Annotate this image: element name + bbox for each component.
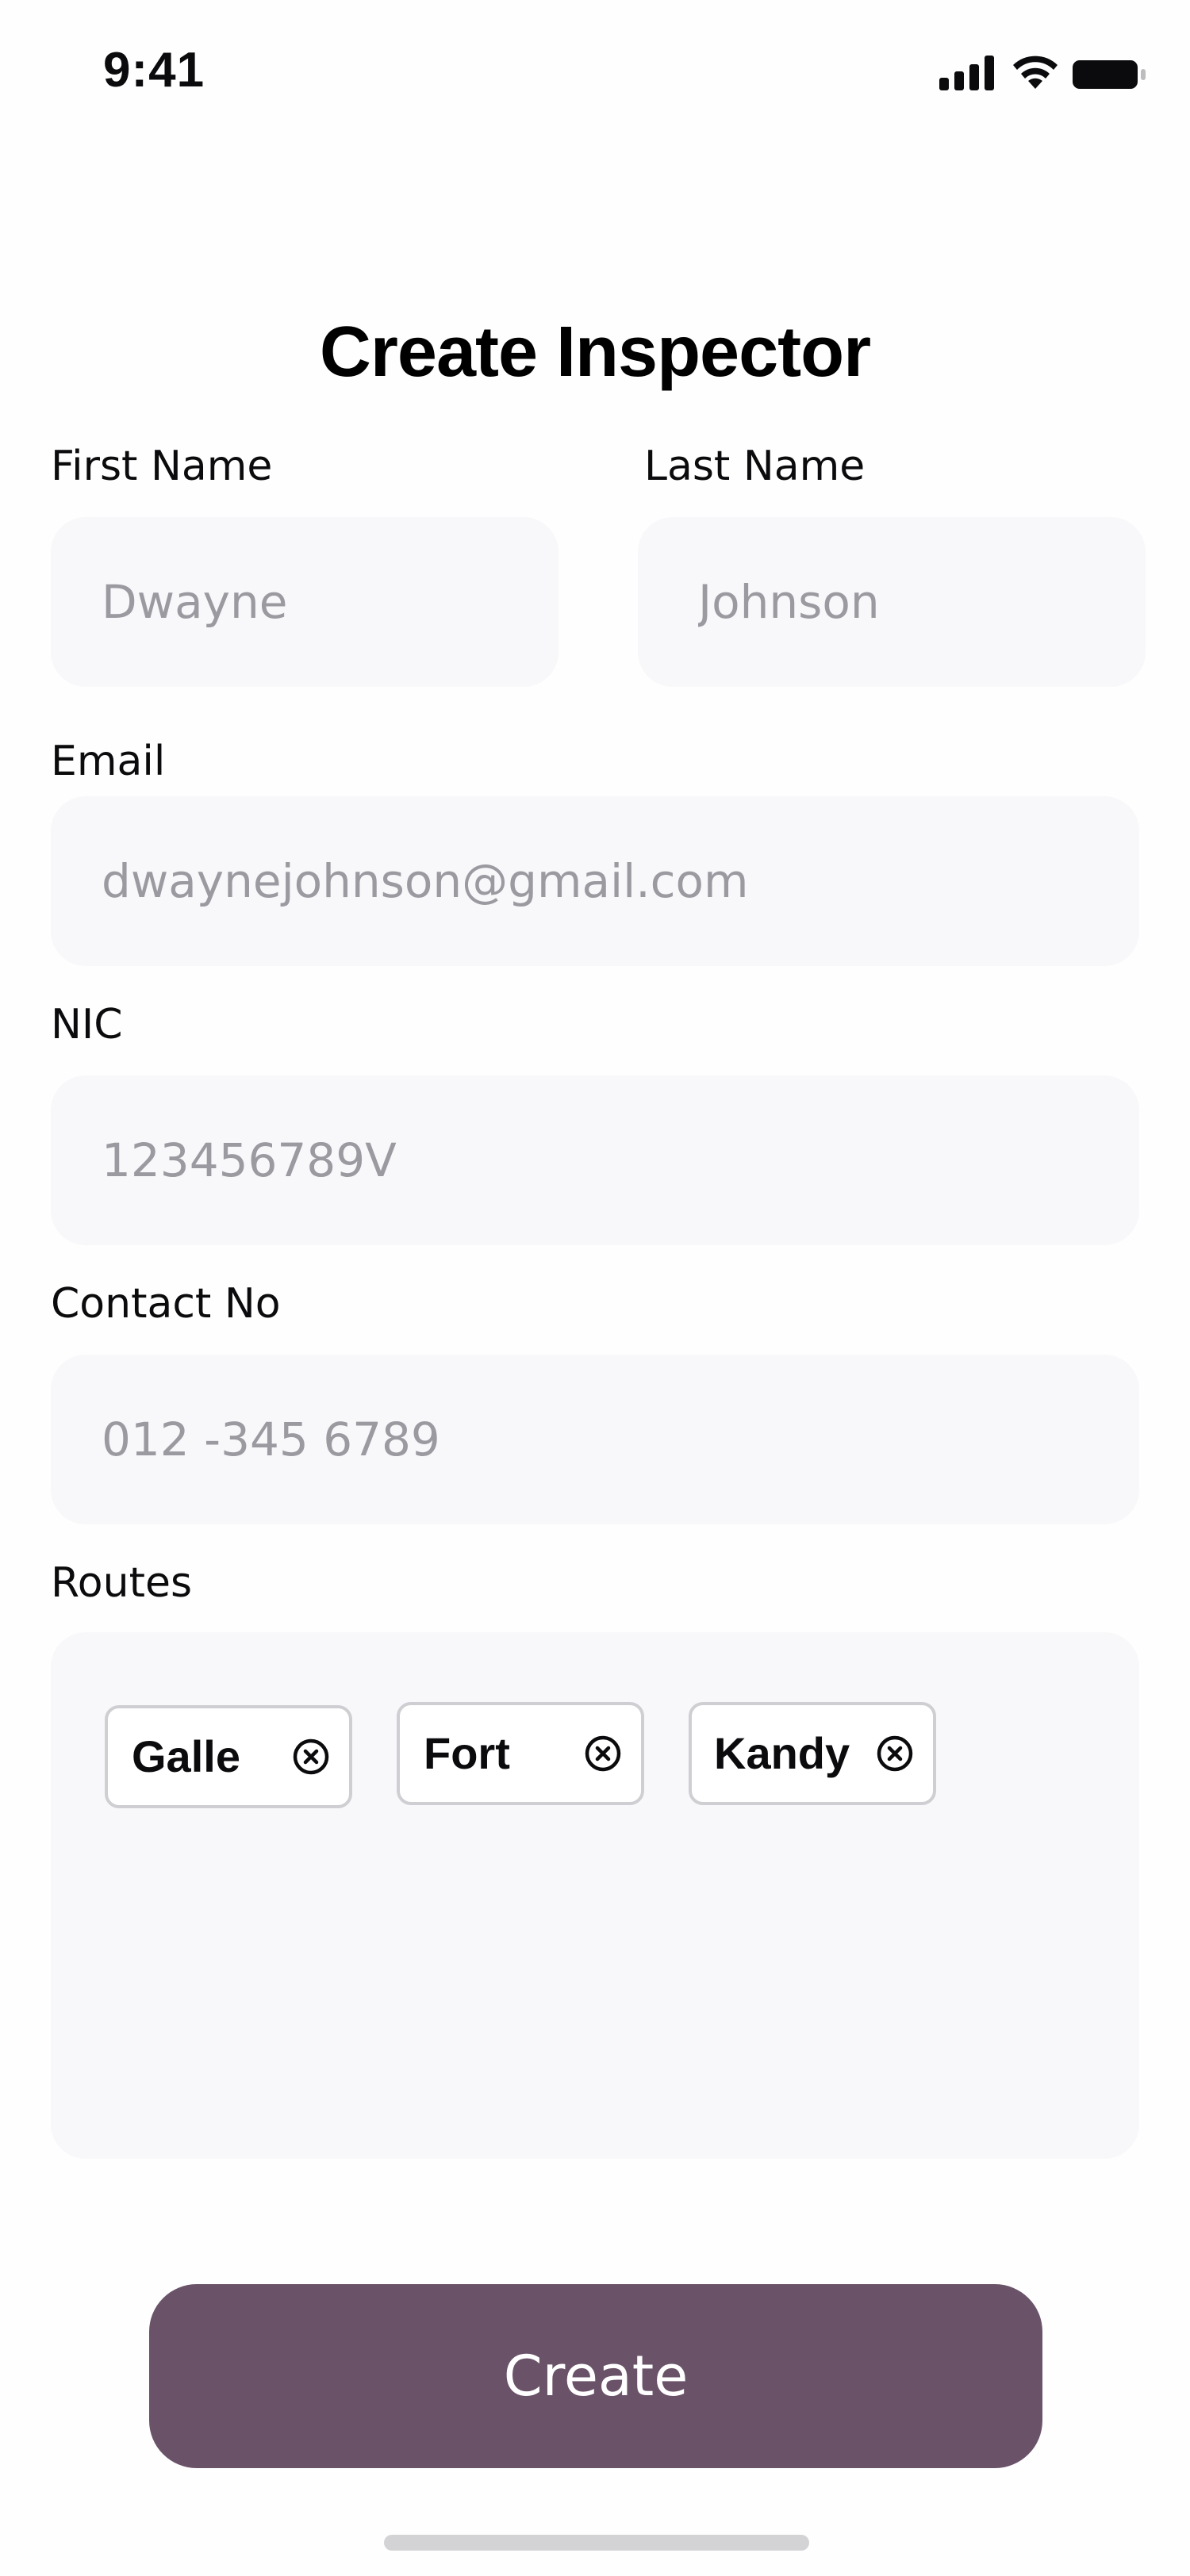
last-name-label: Last Name (644, 443, 866, 490)
home-indicator (384, 2535, 809, 2551)
contact-no-label: Contact No (51, 1280, 281, 1328)
last-name-input[interactable] (638, 517, 1146, 687)
close-circle-icon[interactable] (292, 1738, 330, 1776)
status-time: 9:41 (103, 43, 205, 98)
email-input[interactable] (51, 796, 1139, 966)
route-chip-fort: Fort (397, 1702, 644, 1805)
wifi-icon (1013, 56, 1058, 89)
close-circle-icon[interactable] (876, 1735, 914, 1773)
contact-no-input[interactable] (51, 1355, 1139, 1524)
email-label: Email (51, 738, 166, 785)
route-chip-galle: Galle (105, 1705, 352, 1808)
status-bar: 9:41 (0, 0, 1190, 151)
nic-input[interactable] (51, 1075, 1139, 1245)
status-icons (909, 51, 1147, 95)
cellular-signal-icon (939, 56, 994, 90)
route-chip-kandy: Kandy (689, 1702, 936, 1805)
first-name-label: First Name (51, 443, 273, 490)
route-chip-label: Galle (132, 1731, 240, 1781)
route-chip-label: Fort (424, 1728, 510, 1778)
routes-label: Routes (51, 1559, 193, 1607)
close-circle-icon[interactable] (584, 1735, 622, 1773)
create-button[interactable]: Create (149, 2284, 1042, 2468)
route-chip-label: Kandy (714, 1728, 850, 1778)
battery-icon (1073, 60, 1146, 89)
page-title: Create Inspector (319, 312, 871, 392)
nic-label: NIC (51, 1001, 123, 1048)
first-name-input[interactable] (51, 517, 559, 687)
routes-input[interactable]: Galle Fort Kandy (51, 1632, 1139, 2159)
